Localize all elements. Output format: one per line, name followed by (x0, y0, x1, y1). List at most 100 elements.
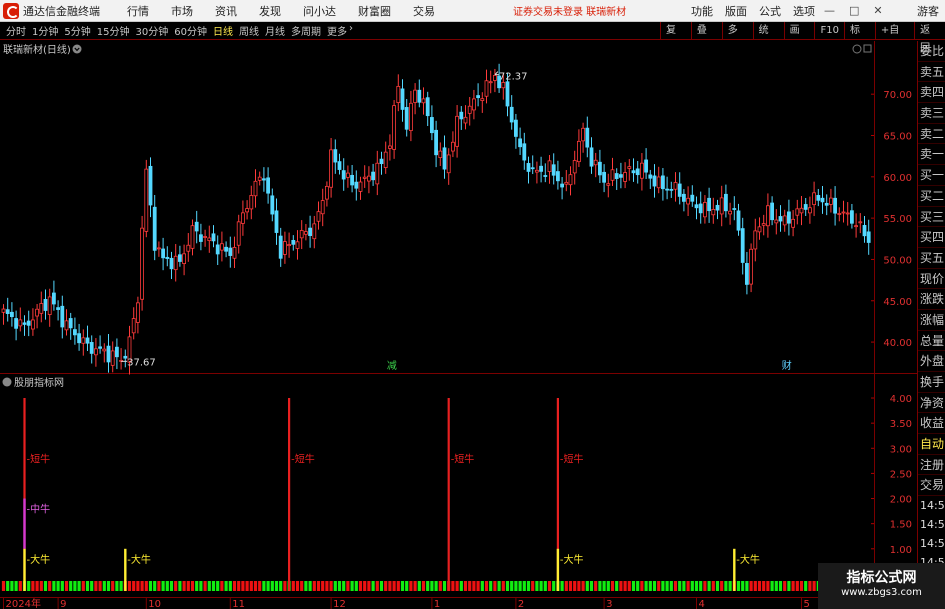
menu-item-news[interactable]: 资讯 (215, 3, 237, 19)
indicator-strip-bar (484, 581, 489, 591)
candle-body (68, 318, 73, 329)
tab-5min[interactable]: 5分钟 (64, 23, 90, 38)
candle-body (228, 247, 233, 256)
indicator-strip-bar (610, 581, 615, 591)
sp-outer-volume[interactable]: 外盘 (918, 351, 945, 372)
event-marker-finance[interactable]: 财 (782, 359, 792, 372)
mark-button[interactable]: 标记 (843, 22, 875, 54)
menu-item-trade[interactable]: 交易 (413, 3, 435, 19)
sp-auto[interactable]: 自动 (918, 434, 945, 455)
app-logo-icon (3, 2, 19, 19)
sp-buy-1[interactable]: 买一 (918, 165, 945, 186)
maximize-icon[interactable]: □ (849, 4, 859, 17)
event-marker-reduce[interactable]: 减 (387, 360, 397, 372)
sp-buy-5[interactable]: 买五 (918, 248, 945, 269)
menu-item-market[interactable]: 市场 (171, 3, 193, 19)
f10-button[interactable]: F10 (814, 22, 843, 40)
sp-buy-2[interactable]: 买二 (918, 186, 945, 207)
tab-monthly[interactable]: 月线 (265, 23, 285, 38)
menu-item-ask[interactable]: 问小达 (303, 3, 336, 19)
sp-buy-4[interactable]: 买四 (918, 227, 945, 248)
indicator-dropdown-icon[interactable] (2, 377, 12, 387)
indicator-strip-bar (724, 581, 728, 591)
sp-register[interactable]: 注册 (918, 455, 945, 476)
indicator-strip-bar (211, 581, 216, 591)
sp-sell-4[interactable]: 卖四 (918, 82, 945, 104)
indicator-strip-bar (720, 581, 724, 591)
candle-body (329, 149, 334, 188)
sp-sell-2[interactable]: 卖二 (918, 124, 945, 145)
candle-body (795, 208, 800, 216)
menu-item-formula[interactable]: 公式 (759, 3, 781, 19)
tab-60min[interactable]: 60分钟 (174, 23, 207, 38)
minimize-icon[interactable]: — (824, 4, 835, 17)
back-button[interactable]: 返回 (914, 22, 945, 54)
candle-body (598, 161, 602, 176)
tab-30min[interactable]: 30分钟 (135, 23, 168, 38)
indicator-strip-bar (564, 581, 568, 591)
multi-stock-button[interactable]: 多股 (721, 22, 753, 54)
candle-body (169, 257, 174, 270)
guest-user[interactable]: 游客 (917, 3, 939, 19)
tab-intraday[interactable]: 分时 (6, 23, 26, 38)
close-icon[interactable]: ✕ (873, 4, 882, 17)
tab-1min[interactable]: 1分钟 (32, 23, 58, 38)
menu-item-function[interactable]: 功能 (691, 3, 713, 19)
candle-body (455, 115, 460, 147)
candle-body (425, 97, 430, 117)
indicator-strip-bar (203, 581, 207, 591)
sp-wei-bi[interactable]: 委比 (918, 41, 945, 62)
sp-sell-5[interactable]: 卖五 (918, 62, 945, 83)
sp-total-volume[interactable]: 总量 (918, 331, 945, 352)
indicator-strip-bar (421, 581, 426, 591)
candle-body (224, 246, 229, 252)
indicator-strip-bar (602, 581, 606, 591)
sp-change-pct[interactable]: 涨幅 (918, 310, 945, 331)
statistics-button[interactable]: 统计 (752, 22, 784, 54)
menu-item-options[interactable]: 选项 (793, 3, 815, 19)
indicator-strip-bar (459, 581, 463, 591)
dropdown-icon[interactable] (72, 44, 82, 54)
sp-change[interactable]: 涨跌 (918, 289, 945, 310)
candle-body (539, 165, 543, 172)
sp-earnings[interactable]: 收益 (918, 413, 945, 435)
candle-body (656, 176, 661, 189)
candle-body (644, 159, 648, 173)
indicator-strip-bar (253, 581, 258, 591)
chevron-right-icon[interactable]: › (349, 23, 353, 38)
candle-body (140, 227, 145, 300)
menu-item-wealth[interactable]: 财富圈 (358, 3, 391, 19)
sp-current-price[interactable]: 现价 (918, 269, 945, 290)
indicator-strip-bar (585, 581, 589, 591)
candle-body (413, 89, 418, 103)
adjust-button[interactable]: 复权 (660, 22, 691, 54)
overlay-button[interactable]: 叠加 (690, 22, 722, 54)
indicator-strip-bar (510, 581, 514, 591)
menu-item-discover[interactable]: 发现 (259, 3, 281, 19)
kline-chart[interactable]: 联瑞新材(日线) 40.00 45.00 50.00 55.00 60.00 65.00 7… (0, 41, 917, 609)
tab-more[interactable]: 更多 (327, 23, 347, 38)
sp-sell-3[interactable]: 卖三 (918, 103, 945, 124)
candle-body (22, 322, 27, 325)
tab-daily[interactable]: 日线 (213, 23, 233, 38)
indicator-strip-bar (106, 581, 111, 591)
candle-body (190, 225, 195, 249)
candle-body (745, 263, 749, 285)
tab-weekly[interactable]: 周线 (239, 23, 259, 38)
draw-line-button[interactable]: 画线 (783, 22, 815, 54)
login-status[interactable]: 证券交易未登录 联瑞新材 (513, 3, 626, 18)
indicator-strip-bar (224, 581, 228, 591)
sp-sell-1[interactable]: 卖一 (918, 144, 945, 166)
tab-multi-period[interactable]: 多周期 (291, 23, 321, 38)
menu-item-layout[interactable]: 版面 (725, 3, 747, 19)
tab-15min[interactable]: 15分钟 (97, 23, 130, 38)
add-watchlist-button[interactable]: +自选 (874, 22, 914, 54)
indicator-strip-bar (39, 581, 43, 591)
indicator-strip-bar (560, 581, 564, 591)
sp-net-asset[interactable]: 净资 (918, 393, 945, 414)
sp-buy-3[interactable]: 买三 (918, 207, 945, 228)
indicator-strip-bar (770, 581, 774, 591)
sp-turnover[interactable]: 换手 (918, 372, 945, 393)
menu-item-quotes[interactable]: 行情 (127, 3, 149, 19)
sp-trade[interactable]: 交易 (918, 475, 945, 497)
